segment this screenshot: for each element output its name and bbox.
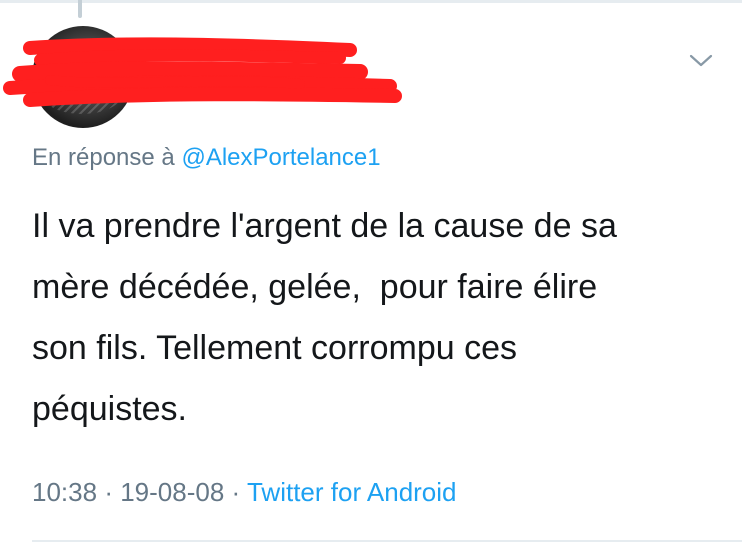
top-divider xyxy=(0,0,742,3)
thread-connector-line xyxy=(78,0,82,18)
tweet-date[interactable]: 19-08-08 xyxy=(120,477,224,507)
reply-handle-link[interactable]: @AlexPortelance1 xyxy=(181,144,380,171)
reply-context: En réponse à @AlexPortelance1 xyxy=(32,144,381,172)
redaction-scribble xyxy=(3,37,402,107)
tweet-meta: 10:38 · 19-08-08 · Twitter for Android xyxy=(32,477,457,508)
bottom-divider xyxy=(32,540,742,542)
tweet-time[interactable]: 10:38 xyxy=(32,477,97,507)
reply-prefix: En réponse à xyxy=(32,144,175,171)
meta-separator: · xyxy=(104,477,113,507)
tweet-text: Il va prendre l'argent de la cause de sa… xyxy=(32,207,617,428)
chevron-down-icon[interactable] xyxy=(688,50,714,70)
meta-separator: · xyxy=(231,477,241,507)
tweet-card[interactable]: En réponse à @AlexPortelance1 Il va pren… xyxy=(0,0,742,548)
tweet-source-link[interactable]: Twitter for Android xyxy=(247,477,457,507)
